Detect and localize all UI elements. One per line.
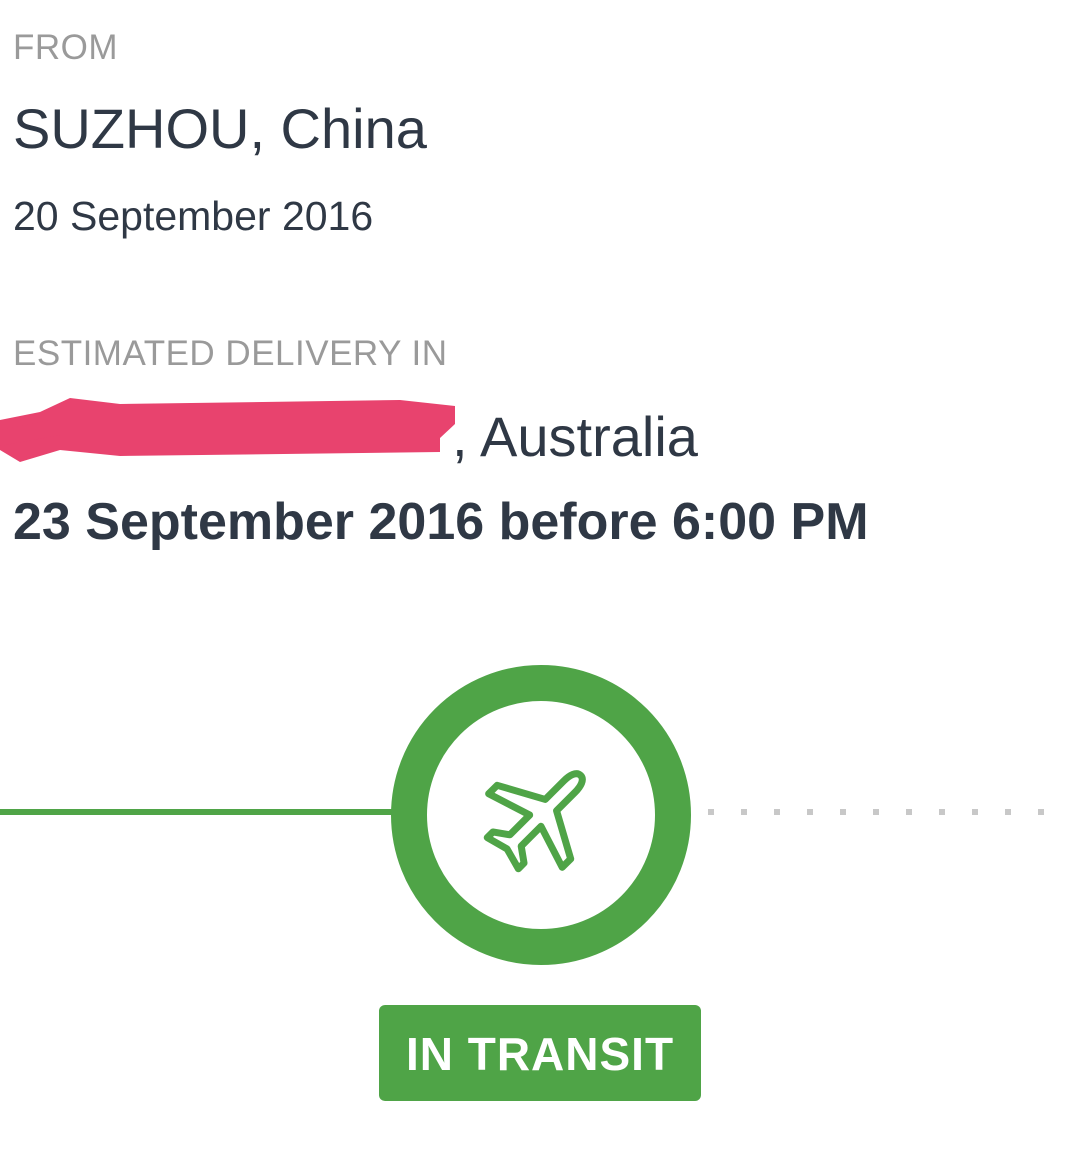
estimated-delivery-date: 23 September 2016 before 6:00 PM [13,493,869,551]
status-circle [391,665,691,965]
origin-date: 20 September 2016 [13,193,374,239]
progress-line-remaining [708,809,1044,815]
destination-country: , Australia [452,405,698,468]
status-badge: IN TRANSIT [379,1005,701,1101]
redaction-mark [0,398,455,462]
estimated-delivery-label: ESTIMATED DELIVERY IN [13,334,448,373]
from-label: FROM [13,28,119,67]
destination-row: , Australia [0,398,1067,474]
progress-line-completed [0,809,395,815]
origin-city: SUZHOU, China [13,97,427,160]
